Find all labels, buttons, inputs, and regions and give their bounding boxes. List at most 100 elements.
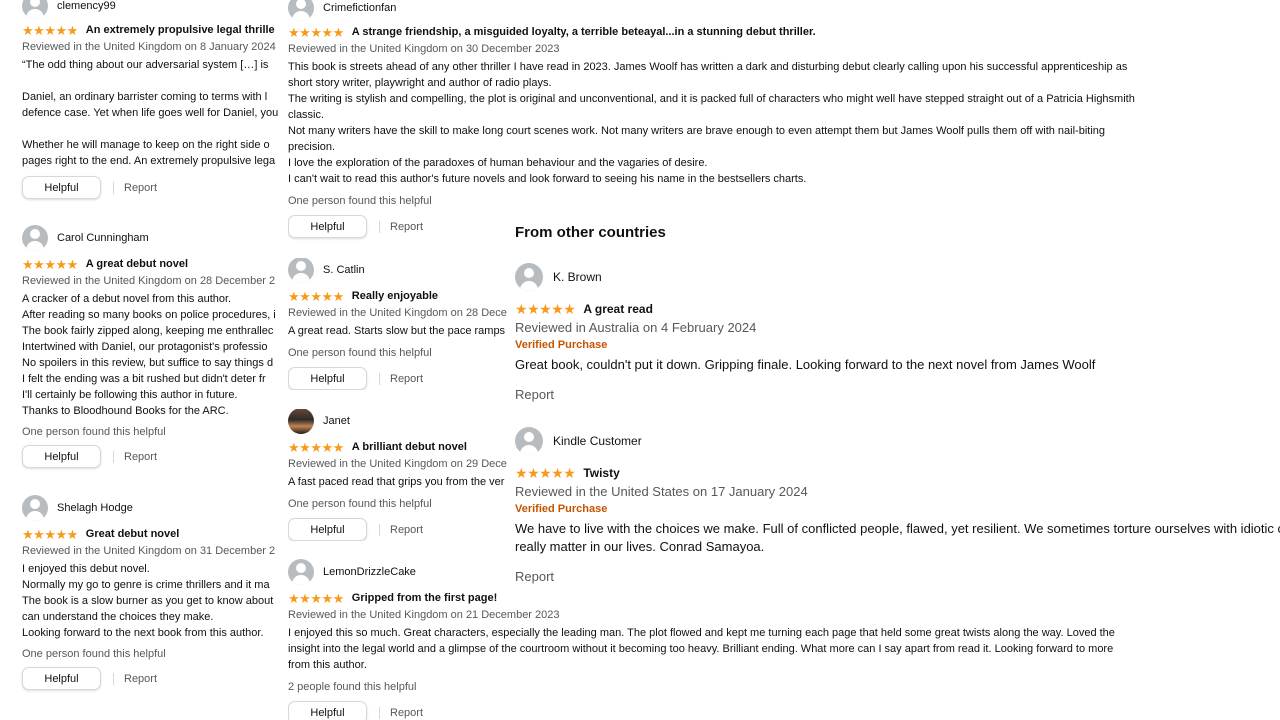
helpful-count: One person found this helpful [288, 347, 432, 359]
author-name[interactable]: K. Brown [553, 270, 602, 284]
review-line: We have to live with the choices we make… [515, 521, 1280, 536]
report-link[interactable]: Report [390, 221, 423, 233]
review-line: precision. [288, 141, 336, 153]
review-card: clemency99 ★ ★ ★ ★ ★ An extremely propulsive… [22, 0, 288, 199]
helpful-button[interactable]: Helpful [288, 215, 367, 238]
author-name[interactable]: S. Catlin [323, 264, 365, 276]
review-line: really matter in our lives. Conrad Samay… [515, 539, 765, 554]
review-line: A fast paced read that grips you from th… [288, 476, 505, 488]
helpful-button[interactable]: Helpful [22, 176, 101, 199]
review-title[interactable]: Really enjoyable [352, 290, 438, 302]
divider [113, 181, 114, 194]
review-line: This book is streets ahead of any other … [288, 61, 1128, 73]
review-author[interactable]: S. Catlin [288, 258, 510, 283]
report-link[interactable]: Report [124, 673, 157, 685]
review-line: defence case. Yet when life goes well fo… [22, 107, 279, 119]
review-line: I can't wait to read this author's futur… [288, 173, 807, 185]
review-author[interactable]: Kindle Customer [515, 426, 1280, 456]
review-line: A cracker of a debut novel from this aut… [22, 293, 232, 305]
author-name[interactable]: Crimefictionfan [323, 2, 396, 14]
review-line: The writing is stylish and compelling, t… [288, 93, 1135, 105]
divider [113, 672, 114, 685]
review-date: Reviewed in the United States on 17 Janu… [515, 484, 808, 499]
review-author[interactable]: Janet [288, 409, 510, 434]
review-title[interactable]: A brilliant debut novel [352, 441, 467, 453]
other-countries-section: From other countries K. Brown ★ ★ ★ ★ ★ A gr… [508, 212, 1280, 607]
helpful-button[interactable]: Helpful [288, 518, 367, 541]
review-line [22, 121, 288, 137]
review-author[interactable]: Crimefictionfan [288, 0, 1278, 21]
review-line: I love the exploration of the paradoxes … [288, 157, 708, 169]
review-title[interactable]: Great debut novel [86, 528, 180, 540]
review-line: Intertwined with Daniel, our protagonist… [22, 341, 268, 353]
review-line: “The odd thing about our adversarial sys… [22, 59, 269, 71]
verified-purchase-badge: Verified Purchase [515, 339, 608, 351]
review-card: K. Brown ★ ★ ★ ★ ★ A great read Reviewed in … [515, 262, 1280, 402]
review-card: S. Catlin ★ ★ ★ ★ ★ Really enjoyable Reviewe… [288, 258, 510, 390]
review-title[interactable]: Gripped from the first page! [352, 592, 497, 604]
review-author[interactable]: Shelagh Hodge [22, 495, 288, 521]
divider [379, 523, 380, 536]
review-line: The book is a slow burner as you get to … [22, 595, 274, 607]
review-line: Normally my go to genre is crime thrille… [22, 579, 270, 591]
report-link[interactable]: Report [124, 182, 157, 194]
author-name[interactable]: Kindle Customer [553, 434, 642, 448]
review-body: A fast paced read that grips you from th… [288, 474, 510, 490]
review-author[interactable]: clemency99 [22, 0, 288, 19]
review-card: Crimefictionfan ★ ★ ★ ★ ★ A strange friendsh… [288, 0, 1278, 238]
review-title[interactable]: A great debut novel [86, 258, 188, 270]
report-link[interactable]: Report [515, 569, 1280, 584]
author-name[interactable]: clemency99 [57, 0, 116, 12]
review-line: The book fairly zipped along, keeping me… [22, 325, 274, 337]
review-line: from this author. [288, 659, 367, 671]
review-line: I enjoyed this debut novel. [22, 563, 150, 575]
review-title[interactable]: A great read [583, 302, 653, 316]
review-line: A great read. Starts slow but the pace r… [288, 325, 506, 337]
author-name[interactable]: Carol Cunningham [57, 232, 149, 244]
review-title[interactable]: A strange friendship, a misguided loyalt… [352, 26, 816, 38]
review-title[interactable]: Twisty [583, 466, 619, 480]
five-star-rating-icon: ★ ★ ★ ★ ★ [288, 288, 344, 304]
avatar-icon [22, 495, 48, 521]
report-link[interactable]: Report [124, 451, 157, 463]
review-body: A cracker of a debut novel from this aut… [22, 291, 288, 419]
divider [113, 450, 114, 463]
author-name[interactable]: Janet [323, 415, 350, 427]
avatar-icon [515, 427, 543, 455]
review-date: Reviewed in the United Kingdom on 28 Dec… [288, 307, 507, 319]
author-name[interactable]: LemonDrizzleCake [323, 566, 416, 578]
helpful-count: One person found this helpful [22, 426, 166, 438]
helpful-count: One person found this helpful [22, 648, 166, 660]
review-line: Thanks to Bloodhound Books for the ARC. [22, 405, 229, 417]
review-author[interactable]: Carol Cunningham [22, 225, 288, 251]
helpful-button[interactable]: Helpful [22, 667, 101, 690]
helpful-button[interactable]: Helpful [288, 367, 367, 390]
review-line: short story writer, playwright and autho… [288, 77, 552, 89]
report-link[interactable]: Report [515, 387, 1280, 402]
divider [379, 706, 380, 719]
review-line: can understand the choices they make. [22, 611, 214, 623]
five-star-rating-icon: ★ ★ ★ ★ ★ [22, 526, 78, 542]
helpful-button[interactable]: Helpful [288, 701, 367, 720]
five-star-rating-icon: ★ ★ ★ ★ ★ [22, 256, 78, 272]
avatar-icon [22, 225, 48, 251]
review-card: Shelagh Hodge ★ ★ ★ ★ ★ Great debut novel Re… [22, 495, 288, 690]
review-date: Reviewed in the United Kingdom on 28 Dec… [22, 275, 276, 287]
report-link[interactable]: Report [390, 524, 423, 536]
review-body: “The odd thing about our adversarial sys… [22, 57, 288, 169]
review-author[interactable]: K. Brown [515, 262, 1280, 292]
report-link[interactable]: Report [390, 373, 423, 385]
review-line: Daniel, an ordinary barrister coming to … [22, 91, 268, 103]
review-line: Not many writers have the skill to make … [288, 125, 1106, 137]
reviews-column-left: clemency99 ★ ★ ★ ★ ★ An extremely propulsive… [0, 0, 288, 720]
author-name[interactable]: Shelagh Hodge [57, 502, 133, 514]
review-title[interactable]: An extremely propulsive legal thrille [86, 24, 275, 36]
review-card: Janet ★ ★ ★ ★ ★ A brilliant debut novel Revi… [288, 409, 510, 541]
report-link[interactable]: Report [390, 707, 423, 719]
helpful-button[interactable]: Helpful [22, 445, 101, 468]
review-date: Reviewed in the United Kingdom on 21 Dec… [288, 609, 560, 621]
review-line: Looking forward to the next book from th… [22, 627, 264, 639]
helpful-count: 2 people found this helpful [288, 681, 417, 693]
review-line: I'll certainly be following this author … [22, 389, 238, 401]
review-date: Reviewed in Australia on 4 February 2024 [515, 320, 757, 335]
